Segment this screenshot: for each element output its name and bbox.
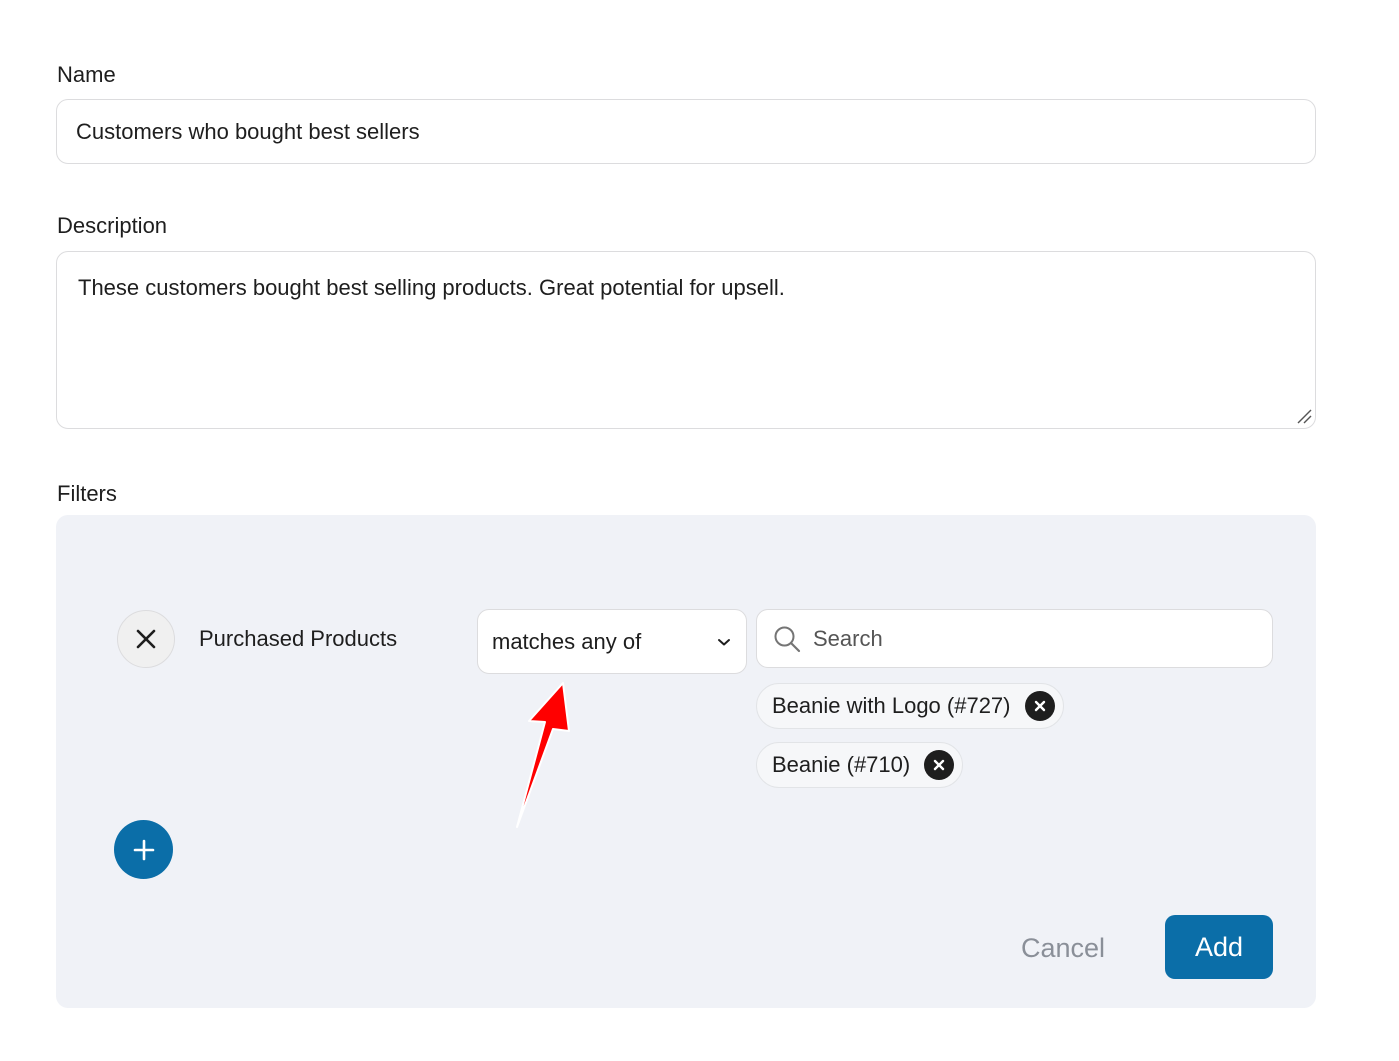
annotation-arrow-icon <box>516 682 570 828</box>
search-icon <box>774 626 801 652</box>
operator-select[interactable]: matches any of <box>477 609 747 674</box>
chip-remove-button[interactable] <box>1024 691 1055 721</box>
product-search[interactable] <box>756 609 1273 668</box>
remove-filter-button[interactable] <box>117 610 175 668</box>
add-button[interactable]: Add <box>1165 915 1273 979</box>
add-filter-button[interactable] <box>114 820 173 879</box>
cancel-button[interactable]: Cancel <box>1000 918 1126 978</box>
chevron-down-icon <box>718 638 730 645</box>
description-textarea[interactable]: These customers bought best selling prod… <box>56 251 1316 429</box>
resize-grip-icon[interactable] <box>1296 408 1312 424</box>
close-icon <box>136 629 156 649</box>
selected-product-chip: Beanie with Logo (#727) <box>756 683 1064 729</box>
description-label: Description <box>57 213 168 238</box>
chip-label: Beanie (#710) <box>772 752 911 777</box>
close-icon <box>1034 700 1045 712</box>
selected-product-chip: Beanie (#710) <box>756 742 964 788</box>
close-icon <box>934 759 945 771</box>
plus-icon <box>133 839 154 860</box>
chip-label: Beanie with Logo (#727) <box>772 693 1011 718</box>
filters-panel <box>56 515 1316 1008</box>
chip-remove-button[interactable] <box>924 750 955 780</box>
name-input[interactable] <box>56 99 1316 164</box>
name-label: Name <box>57 62 116 87</box>
operator-select-value: matches any of <box>492 628 642 654</box>
filters-label: Filters <box>57 481 117 506</box>
filter-name: Purchased Products <box>199 626 398 651</box>
search-input[interactable] <box>813 625 1256 652</box>
